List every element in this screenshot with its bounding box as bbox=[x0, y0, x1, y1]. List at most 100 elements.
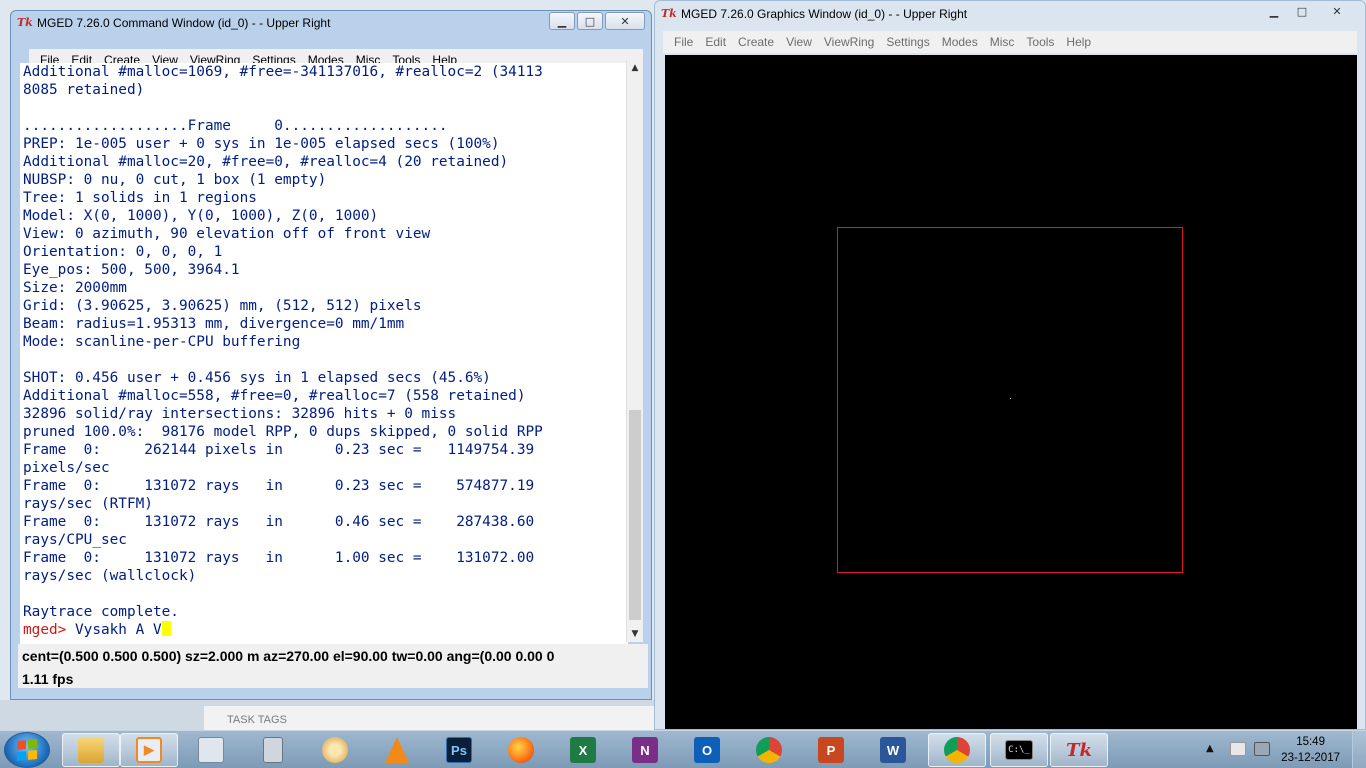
taskbar-explorer[interactable] bbox=[62, 733, 120, 767]
console-line: Eye_pos: 500, 500, 3964.1 bbox=[23, 262, 240, 278]
maximize-button[interactable]: □ bbox=[577, 12, 603, 30]
start-button[interactable] bbox=[4, 732, 50, 768]
console-output[interactable]: Additional #malloc=1069, #free=-34113701… bbox=[20, 63, 628, 645]
taskbar-keyboard[interactable] bbox=[182, 733, 240, 767]
calculator-icon bbox=[263, 737, 283, 763]
network-icon[interactable] bbox=[1254, 742, 1270, 756]
tk-icon: Tk bbox=[1066, 739, 1092, 761]
taskbar-powerpoint[interactable]: P bbox=[802, 733, 860, 767]
show-hidden-icons-icon[interactable]: ▲ bbox=[1206, 743, 1214, 754]
console-line: Grid: (3.90625, 3.90625) mm, (512, 512) … bbox=[23, 298, 422, 314]
scroll-up-icon[interactable]: ▲ bbox=[627, 60, 643, 76]
graphics-window[interactable]: Tk MGED 7.26.0 Graphics Window (id_0) - … bbox=[654, 0, 1366, 730]
console-line: Additional #malloc=558, #free=0, #reallo… bbox=[23, 388, 526, 404]
menu-create[interactable]: Create bbox=[733, 35, 781, 49]
console-line: pixels/sec bbox=[23, 460, 110, 476]
scrollbar-thumb[interactable] bbox=[629, 410, 641, 620]
taskbar-outlook[interactable]: O bbox=[678, 733, 736, 767]
menu-tools[interactable]: Tools bbox=[1021, 35, 1061, 49]
menu-file[interactable]: File bbox=[669, 35, 700, 49]
wireframe-box bbox=[837, 227, 1183, 573]
console-line: Orientation: 0, 0, 0, 1 bbox=[23, 244, 223, 260]
close-button[interactable]: ✕ bbox=[1317, 2, 1357, 20]
show-desktop-button[interactable] bbox=[1352, 731, 1366, 768]
menu-help[interactable]: Help bbox=[1061, 35, 1098, 49]
console-line: Tree: 1 solids in 1 regions bbox=[23, 190, 257, 206]
console-line: pruned 100.0%: 98176 model RPP, 0 dups s… bbox=[23, 424, 543, 440]
onenote-icon: N bbox=[632, 737, 658, 763]
clock-date: 23-12-2017 bbox=[1281, 752, 1340, 764]
taskbar-excel[interactable]: X bbox=[554, 733, 612, 767]
console-line: Additional #malloc=20, #free=0, #realloc… bbox=[23, 154, 509, 170]
powerpoint-icon: P bbox=[818, 737, 844, 763]
console-line: Additional #malloc=1069, #free=-34113701… bbox=[23, 64, 543, 80]
console-line: 32896 solid/ray intersections: 32896 hit… bbox=[23, 406, 457, 422]
chrome-icon bbox=[756, 737, 782, 763]
scroll-down-icon[interactable]: ▼ bbox=[627, 626, 643, 642]
tk-logo-icon: Tk bbox=[17, 16, 33, 29]
command-line[interactable]: mged> Vysakh A V bbox=[20, 621, 628, 639]
clock-time: 15:49 bbox=[1296, 736, 1325, 748]
menu-view[interactable]: View bbox=[781, 35, 819, 49]
console-line: 8085 retained) bbox=[23, 82, 145, 98]
console-line: SHOT: 0.456 user + 0.456 sys in 1 elapse… bbox=[23, 370, 491, 386]
view-center-dot bbox=[1010, 398, 1011, 399]
taskbar-vlc[interactable] bbox=[368, 733, 426, 767]
taskbar-photoshop[interactable]: Ps bbox=[430, 733, 488, 767]
menu-modes[interactable]: Modes bbox=[937, 35, 985, 49]
console-line: Frame 0: 131072 rays in 0.23 sec = 57487… bbox=[23, 478, 535, 494]
console-line: rays/CPU_sec bbox=[23, 532, 127, 548]
minimize-button[interactable]: ▁ bbox=[549, 12, 575, 30]
console-text: Additional #malloc=1069, #free=-34113701… bbox=[20, 63, 628, 621]
taskbar-mged[interactable]: Tk bbox=[1050, 733, 1108, 767]
taskbar-command-prompt[interactable]: C:\_ bbox=[990, 733, 1048, 767]
menu-edit[interactable]: Edit bbox=[700, 35, 733, 49]
status-bar: cent=(0.500 0.500 0.500) sz=2.000 m az=2… bbox=[18, 644, 648, 688]
taskbar-paint[interactable] bbox=[306, 733, 364, 767]
tk-logo-icon: Tk bbox=[661, 7, 677, 20]
console-line: Frame 0: 262144 pixels in 0.23 sec = 114… bbox=[23, 442, 535, 458]
taskbar-media-player[interactable]: ▶ bbox=[120, 733, 178, 767]
menu-settings[interactable]: Settings bbox=[881, 35, 936, 49]
command-window-titlebar[interactable]: Tk MGED 7.26.0 Command Window (id_0) - -… bbox=[11, 11, 651, 35]
command-input[interactable]: Vysakh A V bbox=[66, 622, 162, 638]
console-line: NUBSP: 0 nu, 0 cut, 1 box (1 empty) bbox=[23, 172, 327, 188]
console-line: Size: 2000mm bbox=[23, 280, 127, 296]
excel-icon: X bbox=[570, 737, 596, 763]
view-status-text: cent=(0.500 0.500 0.500) sz=2.000 m az=2… bbox=[22, 648, 555, 664]
taskbar-onenote[interactable]: N bbox=[616, 733, 674, 767]
keyboard-icon bbox=[198, 737, 224, 763]
console-line: Beam: radius=1.95313 mm, divergence=0 mm… bbox=[23, 316, 405, 332]
chrome-icon bbox=[944, 737, 970, 763]
minimize-button[interactable]: ▁ bbox=[1261, 2, 1287, 20]
console-line: Frame 0: 131072 rays in 0.46 sec = 28743… bbox=[23, 514, 535, 530]
system-clock[interactable]: 15:49 23-12-2017 bbox=[1281, 734, 1340, 766]
menu-viewring[interactable]: ViewRing bbox=[819, 35, 881, 49]
outlook-icon: O bbox=[694, 737, 720, 763]
console-line: ...................Frame 0..............… bbox=[23, 118, 448, 134]
console-line: PREP: 1e-005 user + 0 sys in 1e-005 elap… bbox=[23, 136, 500, 152]
fps-readout: 1.11 fps bbox=[22, 671, 74, 687]
maximize-button[interactable]: □ bbox=[1289, 2, 1315, 20]
graphics-window-title: MGED 7.26.0 Graphics Window (id_0) - - U… bbox=[681, 7, 968, 21]
console-scrollbar[interactable]: ▲ ▼ bbox=[626, 60, 643, 642]
graphics-window-titlebar[interactable]: Tk MGED 7.26.0 Graphics Window (id_0) - … bbox=[655, 1, 1365, 27]
media-player-icon: ▶ bbox=[136, 737, 162, 763]
taskbar-calculator[interactable] bbox=[244, 733, 302, 767]
command-window-title: MGED 7.26.0 Command Window (id_0) - - Up… bbox=[37, 16, 331, 30]
taskbar-word[interactable]: W bbox=[864, 733, 922, 767]
folder-icon bbox=[78, 737, 104, 763]
graphics-canvas[interactable] bbox=[665, 55, 1357, 729]
graphics-menubar: File Edit Create View ViewRing Settings … bbox=[663, 31, 1357, 53]
taskbar-firefox[interactable] bbox=[492, 733, 550, 767]
close-button[interactable]: ✕ bbox=[605, 12, 645, 30]
menu-misc[interactable]: Misc bbox=[985, 35, 1022, 49]
command-prompt-icon: C:\_ bbox=[1005, 740, 1033, 760]
flag-icon[interactable] bbox=[1230, 742, 1246, 756]
taskbar-chrome[interactable] bbox=[740, 733, 798, 767]
windows-logo-icon bbox=[17, 738, 37, 762]
taskbar-chrome-2[interactable] bbox=[928, 733, 986, 767]
